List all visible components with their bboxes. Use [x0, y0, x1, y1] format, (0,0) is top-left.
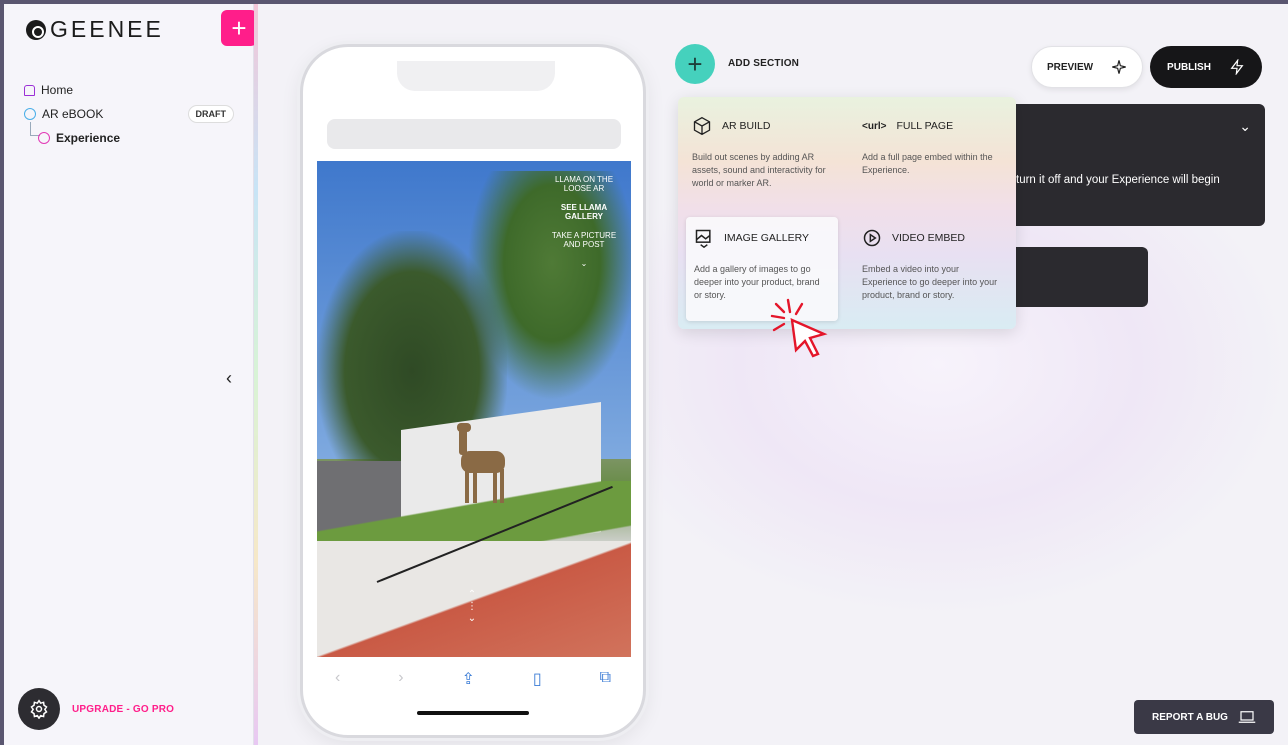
click-cursor-icon — [770, 298, 828, 358]
option-title: FULL PAGE — [896, 120, 954, 132]
overlay-item[interactable]: TAKE A PICTURE AND POST — [549, 231, 619, 249]
publish-button[interactable]: PUBLISH — [1150, 46, 1262, 88]
section-card-secondary[interactable] — [998, 247, 1148, 307]
main-canvas: LLAMA ON THE LOOSE AR SEE LLAMA GALLERY … — [258, 4, 1288, 745]
publish-label: PUBLISH — [1167, 61, 1211, 73]
forward-icon: › — [398, 669, 404, 686]
collapse-sidebar-icon[interactable]: ‹ — [226, 368, 232, 389]
phone-notch — [397, 61, 555, 91]
add-section-button[interactable]: + — [675, 44, 715, 84]
overlay-item[interactable]: LLAMA ON THE LOOSE AR — [549, 175, 619, 193]
option-video-embed[interactable]: VIDEO EMBED Embed a video into your Expe… — [854, 217, 1006, 321]
plus-icon: + — [687, 49, 703, 79]
upgrade-link[interactable]: UPGRADE - GO PRO — [72, 704, 174, 715]
add-section-label[interactable]: ADD SECTION — [728, 58, 799, 69]
tabs-icon: ⧉ — [599, 669, 611, 686]
option-description: Build out scenes by adding AR assets, so… — [692, 152, 826, 188]
chevron-down-icon[interactable]: ⌄ — [549, 259, 619, 268]
home-icon — [24, 84, 35, 96]
section-card-text: turn it off and your Experience will beg… — [1016, 174, 1220, 186]
report-bug-label: REPORT A BUG — [1152, 711, 1228, 723]
phone-url-bar — [327, 119, 621, 149]
chevron-down-icon[interactable]: ⌄ — [1239, 118, 1251, 135]
option-title: IMAGE GALLERY — [724, 232, 810, 244]
logo[interactable]: GEENEE — [26, 16, 164, 43]
section-card[interactable]: ⌄ turn it off and your Experience will b… — [998, 104, 1265, 226]
preview-button[interactable]: PREVIEW — [1031, 46, 1143, 88]
cube-icon — [693, 116, 711, 136]
sidebar-item-ar-ebook[interactable]: AR eBOOK DRAFT — [24, 102, 234, 126]
image-icon — [695, 229, 711, 248]
overlay-item[interactable]: SEE LLAMA GALLERY — [549, 203, 619, 221]
option-full-page[interactable]: <url> FULL PAGE Add a full page embed wi… — [854, 105, 1006, 209]
play-icon — [863, 229, 881, 247]
url-icon: <url> — [862, 120, 887, 132]
sidebar-item-label: Home — [41, 83, 74, 97]
phone-screen-image: LLAMA ON THE LOOSE AR SEE LLAMA GALLERY … — [317, 161, 631, 657]
option-ar-build[interactable]: AR BUILD Build out scenes by adding AR a… — [684, 105, 836, 209]
share-icon: ⇪ — [461, 671, 475, 688]
sidebar-item-home[interactable]: Home — [24, 78, 234, 102]
report-bug-button[interactable]: REPORT A BUG — [1134, 700, 1274, 734]
experience-node-icon — [38, 132, 50, 144]
settings-button[interactable] — [18, 688, 60, 730]
sidebar-nav: Home AR eBOOK DRAFT Experience — [24, 78, 234, 150]
sidebar-item-label: Experience — [56, 131, 121, 145]
laptop-icon — [1238, 711, 1256, 723]
scroll-hint-icon: ⌃ ⋮ ⌄ — [467, 589, 477, 624]
plus-icon: + — [231, 13, 247, 43]
app-frame: GEENEE + Home AR eBOOK DRAFT Experience … — [4, 4, 1288, 745]
status-badge: DRAFT — [187, 105, 234, 123]
phone-browser-toolbar: ‹ › ⇪ ▯ ⧉ — [323, 669, 623, 689]
home-indicator — [417, 711, 529, 715]
sidebar-item-experience[interactable]: Experience — [24, 126, 234, 150]
llama-figure — [457, 423, 505, 503]
add-experience-button[interactable]: + — [221, 10, 257, 46]
sparkle-icon — [1112, 60, 1126, 74]
option-title: AR BUILD — [722, 120, 771, 132]
sidebar: GEENEE + Home AR eBOOK DRAFT Experience … — [4, 4, 257, 745]
lightning-icon — [1230, 59, 1244, 75]
option-title: VIDEO EMBED — [892, 232, 965, 244]
option-description: Add a full page embed within the Experie… — [862, 152, 993, 175]
add-section-dropdown: AR BUILD Build out scenes by adding AR a… — [678, 97, 1016, 329]
preview-label: PREVIEW — [1046, 61, 1094, 73]
gear-icon — [30, 699, 48, 719]
logo-text: GEENEE — [50, 16, 164, 42]
project-node-icon — [24, 108, 36, 120]
option-description: Embed a video into your Experience to go… — [862, 264, 998, 300]
phone-overlay-menu: LLAMA ON THE LOOSE AR SEE LLAMA GALLERY … — [549, 175, 619, 278]
logo-mark-icon — [26, 19, 46, 40]
bookmarks-icon: ▯ — [532, 671, 542, 688]
back-icon: ‹ — [335, 669, 341, 686]
sidebar-item-label: AR eBOOK — [42, 107, 104, 121]
phone-preview: LLAMA ON THE LOOSE AR SEE LLAMA GALLERY … — [300, 44, 646, 738]
